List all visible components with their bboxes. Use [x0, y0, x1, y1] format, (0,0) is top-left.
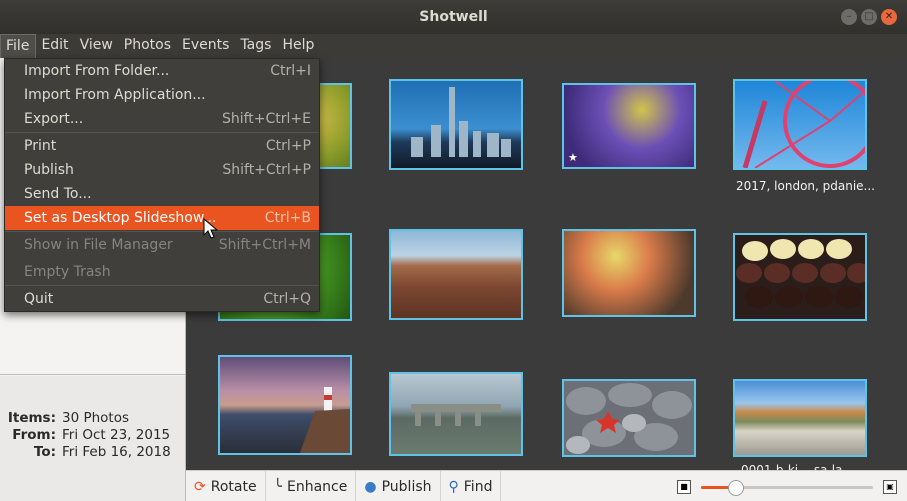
- menu-edit[interactable]: Edit: [36, 34, 74, 58]
- menu-item-quit[interactable]: Quit Ctrl+Q: [5, 287, 319, 311]
- photo-thumbnail[interactable]: [733, 379, 867, 457]
- menu-item-publish[interactable]: Publish Shift+Ctrl+P: [5, 158, 319, 182]
- photo-thumbnail[interactable]: [562, 379, 696, 457]
- menu-item-shortcut: Ctrl+I: [270, 63, 311, 79]
- photo-thumbnail[interactable]: [562, 229, 696, 317]
- menu-help[interactable]: Help: [277, 34, 320, 58]
- menu-events[interactable]: Events: [177, 34, 235, 58]
- rotate-label: Rotate: [210, 478, 257, 495]
- to-label: To:: [33, 444, 56, 460]
- rotate-button[interactable]: ⟳ Rotate: [186, 471, 266, 501]
- close-button[interactable]: ✕: [881, 9, 897, 25]
- menu-item-label: Export...: [24, 111, 84, 127]
- menu-bar: File Edit View Photos Events Tags Help: [0, 34, 907, 59]
- menu-tags[interactable]: Tags: [235, 34, 277, 58]
- zoom-control: ■ ▣: [677, 478, 897, 496]
- publish-label: Publish: [381, 478, 432, 495]
- library-stats: Items: 30 Photos From: Fri Oct 23, 2015 To…: [0, 410, 171, 461]
- photo-thumbnail[interactable]: [733, 233, 867, 321]
- sidebar-divider[interactable]: [0, 374, 185, 375]
- zoom-slider-handle[interactable]: [728, 480, 745, 496]
- globe-icon: ●: [364, 478, 377, 495]
- mouse-pointer-icon: [203, 218, 219, 239]
- photo-thumbnail[interactable]: [389, 79, 523, 170]
- title-bar: Shotwell – □ ✕: [0, 0, 907, 34]
- find-button[interactable]: ⚲ Find: [441, 471, 502, 501]
- menu-item-import-from-application[interactable]: Import From Application...: [5, 83, 319, 107]
- file-menu-dropdown: Import From Folder... Ctrl+I Import From A…: [4, 58, 320, 312]
- shotwell-window: Shotwell – □ ✕ File Edit View Photos Eve…: [0, 0, 907, 501]
- zoom-in-icon[interactable]: ▣: [883, 480, 897, 494]
- menu-item-label: Print: [24, 138, 57, 154]
- menu-item-shortcut: Ctrl+Q: [263, 291, 311, 307]
- menu-item-label: Import From Folder...: [24, 63, 170, 79]
- bottom-toolbar: ⟳ Rotate ╰ Enhance ● Publish ⚲ Find ■ ▣: [186, 470, 907, 501]
- menu-item-label: Set as Desktop Slideshow...: [24, 210, 217, 226]
- menu-item-shortcut: Shift+Ctrl+P: [222, 162, 311, 178]
- enhance-button[interactable]: ╰ Enhance: [266, 471, 357, 501]
- menu-item-label: Send To...: [24, 186, 92, 202]
- menu-item-label: Quit: [24, 291, 54, 307]
- menu-photos[interactable]: Photos: [119, 34, 177, 58]
- menu-item-shortcut: Shift+Ctrl+E: [221, 111, 311, 127]
- from-value: Fri Oct 23, 2015: [62, 427, 171, 443]
- menu-separator: [5, 285, 319, 286]
- find-label: Find: [463, 478, 493, 495]
- star-icon: ★: [568, 151, 578, 164]
- menu-item-export[interactable]: Export... Shift+Ctrl+E: [5, 107, 319, 131]
- photo-thumbnail[interactable]: ★: [562, 83, 696, 169]
- window-title: Shotwell: [419, 9, 488, 25]
- menu-item-label: Import From Application...: [24, 87, 206, 103]
- menu-item-shortcut: Shift+Ctrl+M: [218, 237, 311, 253]
- menu-item-import-from-folder[interactable]: Import From Folder... Ctrl+I: [5, 59, 319, 83]
- enhance-label: Enhance: [287, 478, 348, 495]
- menu-file[interactable]: File: [0, 34, 37, 59]
- photo-caption: 2017, london, pdanie...: [736, 179, 875, 193]
- magnifier-icon: ⚲: [448, 478, 459, 495]
- menu-item-label: Empty Trash: [24, 264, 111, 280]
- menu-item-shortcut: Ctrl+B: [264, 210, 311, 226]
- zoom-slider[interactable]: [701, 480, 873, 496]
- menu-item-set-as-desktop-slideshow[interactable]: Set as Desktop Slideshow... Ctrl+B: [5, 206, 319, 230]
- menu-separator: [5, 132, 319, 133]
- menu-item-empty-trash: Empty Trash: [5, 260, 319, 284]
- items-value: 30 Photos: [62, 410, 130, 426]
- minimize-button[interactable]: –: [841, 9, 857, 25]
- zoom-out-icon[interactable]: ■: [677, 480, 691, 494]
- photo-thumbnail[interactable]: [733, 79, 867, 170]
- menu-item-send-to[interactable]: Send To...: [5, 182, 319, 206]
- photo-thumbnail[interactable]: [218, 355, 352, 455]
- photo-thumbnail[interactable]: [389, 372, 523, 456]
- publish-button[interactable]: ● Publish: [356, 471, 441, 501]
- enhance-icon: ╰: [273, 478, 283, 495]
- menu-item-print[interactable]: Print Ctrl+P: [5, 134, 319, 158]
- rotate-icon: ⟳: [194, 478, 206, 495]
- from-label: From:: [12, 427, 56, 443]
- menu-item-show-in-file-manager: Show in File Manager Shift+Ctrl+M: [5, 233, 319, 257]
- maximize-button[interactable]: □: [861, 9, 877, 25]
- to-value: Fri Feb 16, 2018: [62, 444, 171, 460]
- menu-item-label: Show in File Manager: [24, 237, 173, 253]
- items-label: Items:: [7, 410, 56, 426]
- photo-thumbnail[interactable]: [389, 229, 523, 320]
- menu-item-shortcut: Ctrl+P: [265, 138, 311, 154]
- menu-view[interactable]: View: [75, 34, 119, 58]
- menu-item-label: Publish: [24, 162, 74, 178]
- menu-separator: [5, 231, 319, 232]
